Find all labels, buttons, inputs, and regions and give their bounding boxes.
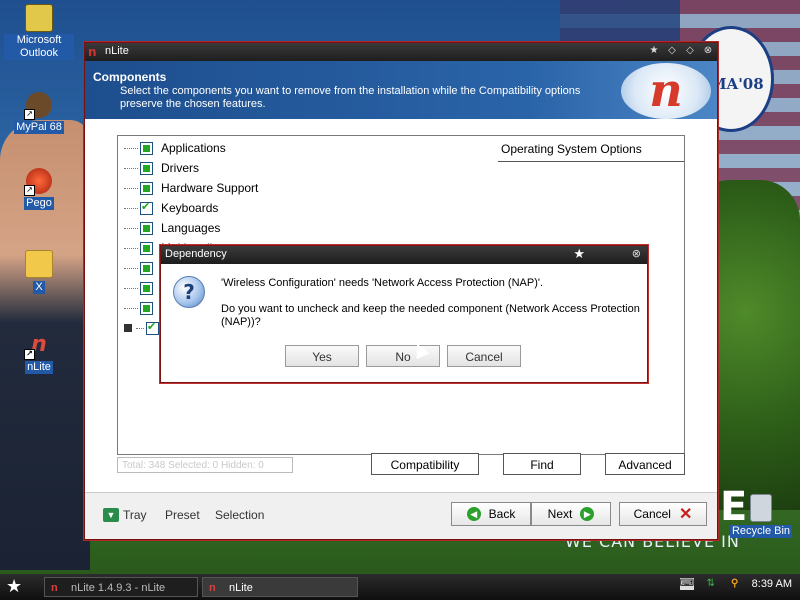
checkbox[interactable] bbox=[140, 181, 153, 195]
checkbox[interactable] bbox=[140, 161, 153, 175]
status-text: Total: 348 Selected: 0 Hidden: 0 bbox=[117, 457, 293, 473]
cancel-button[interactable]: Cancel bbox=[447, 345, 521, 367]
tray-label: Tray bbox=[123, 508, 147, 522]
back-button[interactable]: ◀ Back bbox=[451, 502, 531, 526]
dialog-message-line2: Do you want to uncheck and keep the need… bbox=[221, 303, 640, 328]
window-footer: ▼ Tray Preset Selection ◀ Back Next ▶ Ca… bbox=[85, 492, 717, 539]
tree-item-label: Hardware Support bbox=[161, 181, 259, 195]
selection-link[interactable]: Selection bbox=[215, 508, 264, 522]
close-icon[interactable]: ⊗ bbox=[632, 247, 641, 260]
checkbox[interactable] bbox=[140, 200, 153, 215]
taskbar: ★ n nLite 1.4.9.3 - nLite n nLite ⌨ ⇅ ⚲ … bbox=[0, 574, 800, 600]
desktop-icon-label: nLite bbox=[25, 361, 53, 374]
window-title: nLite bbox=[105, 45, 129, 57]
desktop-icon-nlite[interactable]: n ↗ nLite bbox=[4, 332, 74, 374]
desktop-icon-label: Recycle Bin bbox=[729, 525, 793, 538]
desktop-icon-label: Microsoft Outlook bbox=[4, 34, 74, 60]
checkbox[interactable] bbox=[140, 261, 153, 275]
cancel-label: Cancel bbox=[633, 507, 671, 521]
network-icon[interactable]: ⇅ bbox=[704, 578, 718, 590]
page-header: Components Select the components you wan… bbox=[85, 61, 717, 119]
pego-icon: ↗ bbox=[24, 168, 52, 196]
desktop-icon-label: X bbox=[33, 281, 45, 294]
back-label: Back bbox=[488, 507, 516, 521]
taskbar-item-active[interactable]: n nLite bbox=[202, 577, 358, 597]
recycle-bin-icon bbox=[750, 494, 772, 522]
desktop-icon-recycle-bin[interactable]: Recycle Bin bbox=[726, 494, 796, 538]
keyboard-icon[interactable]: ⌨ bbox=[679, 578, 694, 590]
taskbar-item-label: nLite 1.4.9.3 - nLite bbox=[71, 582, 166, 594]
cancel-x-icon: ✕ bbox=[678, 506, 693, 523]
dialog-message-line1: 'Wireless Configuration' needs 'Network … bbox=[221, 277, 544, 289]
expand-icon[interactable] bbox=[124, 324, 132, 332]
checkbox[interactable] bbox=[140, 281, 153, 295]
desktop-icon-label: Pego bbox=[24, 197, 54, 210]
checkbox[interactable] bbox=[140, 221, 153, 235]
desktop-icon-outlook[interactable]: Microsoft Outlook bbox=[4, 4, 74, 60]
desktop-icon-mypal[interactable]: ↗ MyPal 68 bbox=[4, 92, 74, 134]
arrow-left-icon: ◀ bbox=[466, 507, 481, 521]
system-tray: ⌨ ⇅ ⚲ 8:39 AM bbox=[679, 578, 792, 590]
yes-button[interactable]: Yes bbox=[285, 345, 359, 367]
advanced-button[interactable]: Advanced bbox=[605, 453, 685, 475]
options-panel-title: Operating System Options bbox=[501, 142, 642, 156]
arrow-right-icon: ▶ bbox=[580, 507, 595, 521]
compatibility-button[interactable]: Compatibility bbox=[371, 453, 479, 475]
taskbar-item-label: nLite bbox=[229, 582, 253, 594]
nlite-title-icon: n bbox=[88, 45, 97, 59]
next-label: Next bbox=[547, 507, 573, 521]
desktop-icon-x-folder[interactable]: X bbox=[4, 250, 74, 294]
tree-item-label: Languages bbox=[161, 221, 221, 235]
preset-link[interactable]: Preset bbox=[165, 508, 200, 522]
desktop-icon-pego[interactable]: ↗ Pego bbox=[4, 168, 74, 210]
nlite-logo-letter: n bbox=[649, 63, 683, 117]
checkbox[interactable] bbox=[146, 320, 159, 335]
tree-item-keyboards[interactable]: Keyboards bbox=[124, 198, 258, 218]
dependency-dialog: Dependency ★ ⊗ ? 'Wireless Configuration… bbox=[160, 245, 648, 383]
checkbox[interactable] bbox=[140, 241, 153, 255]
window-controls: ★ ◇ ◇ ⊗ bbox=[648, 45, 714, 57]
tree-item-drivers[interactable]: Drivers bbox=[124, 158, 258, 178]
star-icon[interactable]: ★ bbox=[573, 247, 585, 262]
nlite-task-icon: n bbox=[209, 582, 216, 594]
tree-item-languages[interactable]: Languages bbox=[124, 218, 258, 238]
cancel-button[interactable]: Cancel ✕ bbox=[619, 502, 707, 526]
close-icon[interactable]: ⊗ bbox=[702, 45, 714, 57]
tree-item-hardware-support[interactable]: Hardware Support bbox=[124, 178, 258, 198]
tray-icon: ▼ bbox=[103, 508, 119, 522]
folder-icon bbox=[25, 250, 53, 278]
tree-item-label: Keyboards bbox=[161, 201, 219, 215]
maximize-icon[interactable]: ◇ bbox=[684, 45, 696, 57]
page-title: Components bbox=[93, 70, 167, 84]
question-icon: ? bbox=[173, 276, 205, 308]
no-button[interactable]: No bbox=[366, 345, 440, 367]
minimize-icon[interactable]: ◇ bbox=[666, 45, 678, 57]
nlite-icon: n ↗ bbox=[24, 332, 52, 360]
tree-item-label: Drivers bbox=[161, 161, 199, 175]
tray-link[interactable]: ▼ Tray bbox=[103, 508, 147, 522]
desktop-icon-label: MyPal 68 bbox=[14, 121, 64, 134]
star-icon[interactable]: ★ bbox=[648, 45, 660, 57]
next-button[interactable]: Next ▶ bbox=[531, 502, 611, 526]
taskbar-item[interactable]: n nLite 1.4.9.3 - nLite bbox=[44, 577, 198, 597]
mypal-icon: ↗ bbox=[24, 92, 52, 120]
clock[interactable]: 8:39 AM bbox=[752, 578, 792, 590]
outlook-icon bbox=[25, 4, 53, 32]
checkbox[interactable] bbox=[140, 141, 153, 155]
dialog-titlebar[interactable]: Dependency ★ ⊗ bbox=[161, 246, 647, 264]
tree-item-label: Applications bbox=[161, 141, 226, 155]
dialog-title: Dependency bbox=[165, 248, 227, 260]
page-subtitle: Select the components you want to remove… bbox=[120, 85, 581, 110]
checkbox[interactable] bbox=[140, 301, 153, 315]
nlite-logo: n bbox=[621, 63, 711, 119]
window-titlebar[interactable]: n nLite ★ ◇ ◇ ⊗ bbox=[85, 43, 717, 61]
search-icon[interactable]: ⚲ bbox=[728, 578, 742, 590]
nlite-task-icon: n bbox=[51, 582, 58, 594]
tree-item-applications[interactable]: Applications bbox=[124, 138, 258, 158]
find-button[interactable]: Find bbox=[503, 453, 581, 475]
start-button[interactable]: ★ bbox=[6, 576, 22, 597]
divider bbox=[498, 161, 684, 162]
